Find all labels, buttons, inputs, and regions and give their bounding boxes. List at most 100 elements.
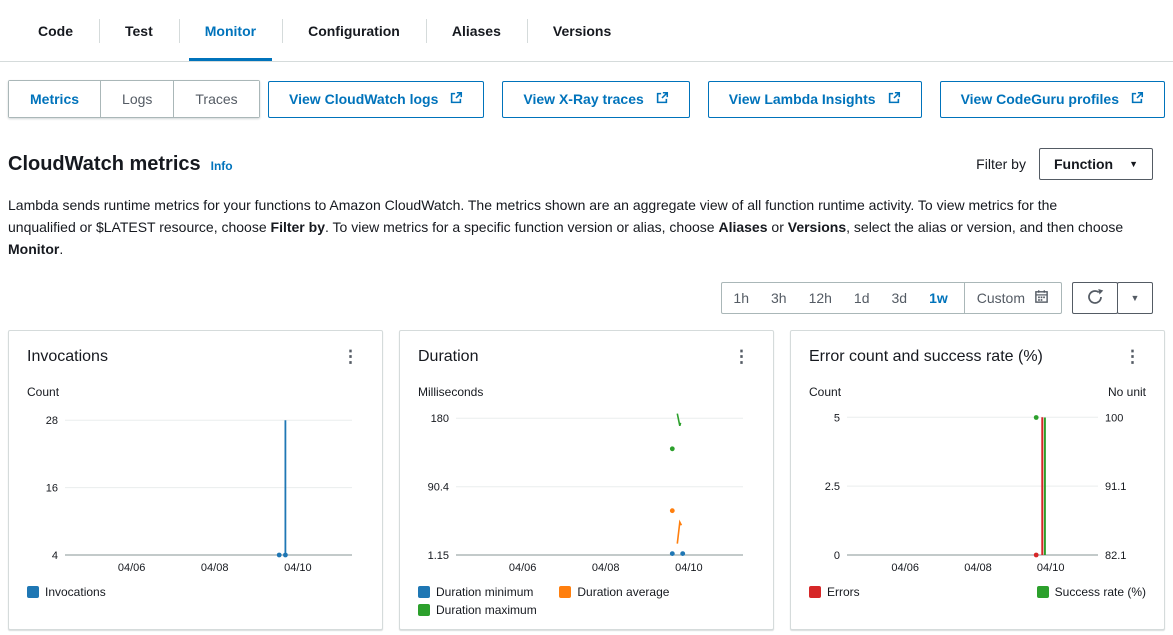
page-title: CloudWatch metrics [8,153,201,176]
invocations-chart-card: Invocations ⋮ Count 4162804/0604/0804/10… [8,330,383,630]
kebab-menu-icon[interactable]: ⋮ [728,345,755,369]
subtab-label: Traces [195,91,237,107]
chart-plot: 02.5582.191.110004/0604/0804/10 [809,401,1146,577]
page-header: CloudWatch metrics Info Filter by Functi… [0,118,1173,180]
chart-legend: Errors Success rate (%) [809,585,1146,599]
tab-label: Configuration [308,23,400,39]
view-lambda-insights-button[interactable]: View Lambda Insights [708,81,922,118]
dropdown-value: Function [1054,156,1113,172]
refresh-button[interactable] [1072,282,1118,314]
subtab-logs[interactable]: Logs [100,81,173,117]
time-range-3h[interactable]: 3h [760,283,798,313]
time-range-12h[interactable]: 12h [798,283,843,313]
custom-range-button[interactable]: Custom [965,289,1061,307]
legend-label: Duration maximum [436,603,537,617]
button-label: View CodeGuru profiles [961,91,1119,107]
legend-label: Success rate (%) [1055,585,1146,599]
svg-text:2.5: 2.5 [825,481,840,493]
chart-legend: Invocations [27,585,364,599]
tab-label: Test [125,23,153,39]
title-wrap: CloudWatch metrics Info [8,153,233,176]
legend-item[interactable]: Success rate (%) [1037,585,1146,599]
svg-text:90.4: 90.4 [428,482,449,494]
axis-units-row: Count No unit [809,385,1146,399]
legend-item[interactable]: Duration maximum [418,603,537,617]
tab-configuration[interactable]: Configuration [282,0,426,61]
svg-text:180: 180 [431,413,449,425]
svg-text:1.15: 1.15 [428,550,449,562]
legend-color-swatch [418,604,430,616]
svg-text:04/06: 04/06 [118,562,146,574]
chart-legend: Duration minimum Duration average Duration… [418,585,755,617]
tab-label: Code [38,23,73,39]
refresh-group: ▼ [1072,282,1153,314]
time-range-3d[interactable]: 3d [881,283,919,313]
tab-label: Versions [553,23,611,39]
legend-color-swatch [809,586,821,598]
refresh-icon [1086,288,1104,309]
kebab-menu-icon[interactable]: ⋮ [337,345,364,369]
external-link-icon [449,91,463,108]
chevron-down-icon: ▼ [1131,294,1140,303]
axis-units-row: Count [27,385,364,399]
view-cloudwatch-logs-button[interactable]: View CloudWatch logs [268,81,484,118]
button-label: View Lambda Insights [729,91,876,107]
legend-label: Duration minimum [436,585,533,599]
chart-plot: 4162804/0604/0804/10 [27,401,364,577]
metrics-segmented-control: Metrics Logs Traces [8,80,260,118]
legend-color-swatch [559,586,571,598]
time-range-group: 1h 3h 12h 1d 3d 1w Custom [721,282,1062,314]
legend-label: Duration average [577,585,669,599]
filter-by-label: Filter by [976,156,1026,172]
tab-label: Monitor [205,23,256,39]
kebab-menu-icon[interactable]: ⋮ [1119,345,1146,369]
legend-item[interactable]: Errors [809,585,860,599]
chart-canvas: 02.5582.191.110004/0604/0804/10 [809,401,1146,577]
svg-text:04/08: 04/08 [201,562,229,574]
errors-chart-card: Error count and success rate (%) ⋮ Count… [790,330,1165,630]
charts-row: Invocations ⋮ Count 4162804/0604/0804/10… [0,314,1173,630]
legend-color-swatch [1037,586,1049,598]
time-range-toolbar: 1h 3h 12h 1d 3d 1w Custom ▼ [0,260,1173,314]
external-link-icon [1130,91,1144,108]
button-label: View X-Ray traces [523,91,643,107]
time-range-1d[interactable]: 1d [843,283,881,313]
subtab-metrics[interactable]: Metrics [9,81,100,117]
svg-text:04/08: 04/08 [592,562,620,574]
svg-text:100: 100 [1105,413,1123,425]
legend-item[interactable]: Invocations [27,585,106,599]
tab-test[interactable]: Test [99,0,179,61]
svg-text:91.1: 91.1 [1105,481,1126,493]
view-codeguru-profiles-button[interactable]: View CodeGuru profiles [940,81,1165,118]
info-link[interactable]: Info [211,159,233,173]
tab-versions[interactable]: Versions [527,0,637,61]
legend-item[interactable]: Duration minimum [418,585,533,599]
subtab-label: Metrics [30,91,79,107]
refresh-options-dropdown[interactable]: ▼ [1117,282,1153,314]
y-axis-unit-left: Count [27,385,59,399]
svg-text:5: 5 [834,412,840,424]
card-header: Error count and success rate (%) ⋮ [809,345,1146,369]
view-xray-traces-button[interactable]: View X-Ray traces [502,81,689,118]
subtab-label: Logs [122,91,152,107]
duration-chart-card: Duration ⋮ Milliseconds 1.1590.418004/06… [399,330,774,630]
chart-plot: 1.1590.418004/0604/0804/10 [418,401,755,577]
tab-aliases[interactable]: Aliases [426,0,527,61]
subtab-traces[interactable]: Traces [173,81,258,117]
svg-text:28: 28 [46,415,58,427]
legend-item[interactable]: Duration average [559,585,669,599]
chart-title: Invocations [27,348,108,366]
y-axis-unit-left: Milliseconds [418,385,483,399]
chart-canvas: 4162804/0604/0804/10 [27,401,364,577]
button-label: View CloudWatch logs [289,91,438,107]
description-text: Lambda sends runtime metrics for your fu… [0,180,1173,260]
tab-monitor[interactable]: Monitor [179,0,282,61]
chart-canvas: 1.1590.418004/0604/0804/10 [418,401,755,577]
tab-code[interactable]: Code [12,0,99,61]
card-header: Invocations ⋮ [27,345,364,369]
svg-text:04/10: 04/10 [284,562,312,574]
time-range-1w[interactable]: 1w [918,283,959,313]
filter-function-dropdown[interactable]: Function ▼ [1039,148,1153,180]
time-range-1h[interactable]: 1h [722,283,760,313]
svg-text:0: 0 [834,550,840,562]
